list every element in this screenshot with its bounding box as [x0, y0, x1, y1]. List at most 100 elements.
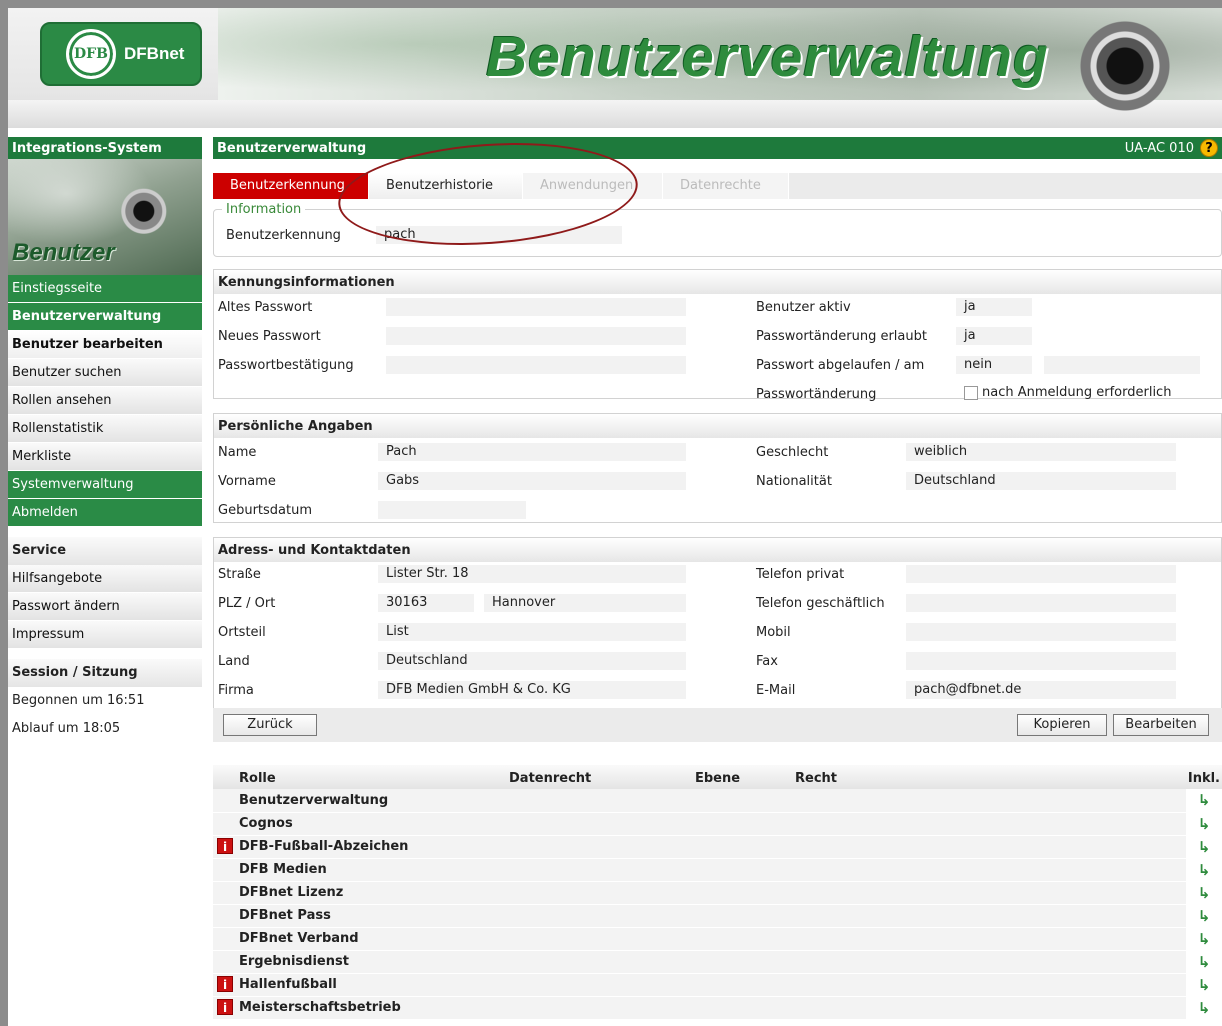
session-started: Begonnen um 16:51	[12, 693, 145, 708]
role-name: DFBnet Pass	[239, 904, 1186, 928]
page-title: Benutzerverwaltung	[217, 141, 367, 156]
combination-lock-icon	[1080, 16, 1180, 116]
kennung-section: Kennungsinformationen Altes Passwort Neu…	[213, 269, 1222, 402]
neues-passwort-field	[386, 327, 686, 345]
vorname-label: Vorname	[218, 474, 276, 489]
info-icon[interactable]: i	[217, 976, 233, 992]
table-row[interactable]: DFBnet Pass ↳	[213, 904, 1222, 928]
pw-abgelaufen-date	[1044, 356, 1200, 374]
help-icon[interactable]: ?	[1200, 139, 1218, 157]
include-arrow-icon[interactable]: ↳	[1198, 907, 1211, 925]
row-inkl-cell: ↳	[1186, 996, 1222, 1020]
dfbnet-logo[interactable]: DFB DFBnet	[40, 22, 202, 86]
row-info-cell	[213, 927, 239, 951]
main-content: Benutzerverwaltung UA-AC 010 ? Benutzerk…	[213, 137, 1222, 1026]
fax-label: Fax	[756, 654, 778, 669]
role-name: Hallenfußball	[239, 973, 1186, 997]
role-name: DFB Medien	[239, 858, 1186, 882]
land-value: Deutschland	[378, 652, 686, 670]
row-inkl-cell: ↳	[1186, 812, 1222, 836]
include-arrow-icon[interactable]: ↳	[1198, 953, 1211, 971]
include-arrow-icon[interactable]: ↳	[1198, 791, 1211, 809]
page-code: UA-AC 010	[1124, 141, 1194, 156]
name-value: Pach	[378, 443, 686, 461]
roles-header-row: Rolle Datenrecht Ebene Recht Inkl.	[213, 765, 1222, 789]
sidebar-item-impressum[interactable]: Impressum	[8, 621, 202, 649]
sidebar-item-benutzer-bearbeiten[interactable]: Benutzer bearbeiten	[8, 331, 202, 359]
column-header-recht: Recht	[795, 765, 1186, 789]
session-heading: Session / Sitzung	[8, 659, 202, 687]
sidebar-item-rollenstatistik[interactable]: Rollenstatistik	[8, 415, 202, 443]
table-row[interactable]: i Hallenfußball ↳	[213, 973, 1222, 997]
sidebar-item-passwort-aendern[interactable]: Passwort ändern	[8, 593, 202, 621]
logo-text: DFBnet	[124, 44, 185, 63]
role-name: Benutzerverwaltung	[239, 789, 1186, 813]
sidebar-item-merkliste[interactable]: Merkliste	[8, 443, 202, 471]
sidebar-item-hilfsangebote[interactable]: Hilfsangebote	[8, 565, 202, 593]
pw-abgelaufen-value: nein	[956, 356, 1032, 374]
telefon-privat-value	[906, 565, 1176, 583]
ortsteil-label: Ortsteil	[218, 625, 266, 640]
info-icon[interactable]: i	[217, 999, 233, 1015]
service-heading: Service	[8, 537, 202, 565]
row-inkl-cell: ↳	[1186, 789, 1222, 813]
row-inkl-cell: ↳	[1186, 835, 1222, 859]
telefon-geschaeftlich-label: Telefon geschäftlich	[756, 596, 885, 611]
row-inkl-cell: ↳	[1186, 904, 1222, 928]
dfb-emblem-icon: DFB	[66, 29, 116, 79]
table-row[interactable]: Benutzerverwaltung ↳	[213, 789, 1222, 813]
include-arrow-icon[interactable]: ↳	[1198, 930, 1211, 948]
row-inkl-cell: ↳	[1186, 881, 1222, 905]
sidebar-item-benutzerverwaltung[interactable]: Benutzerverwaltung	[8, 303, 202, 331]
altes-passwort-field	[386, 298, 686, 316]
table-row[interactable]: DFB Medien ↳	[213, 858, 1222, 882]
passwortbestaetigung-field	[386, 356, 686, 374]
include-arrow-icon[interactable]: ↳	[1198, 815, 1211, 833]
header-banner: DFB DFBnet Benutzerverwaltung	[8, 8, 1222, 128]
telefon-privat-label: Telefon privat	[756, 567, 845, 582]
table-row[interactable]: DFBnet Lizenz ↳	[213, 881, 1222, 905]
sidebar-item-einstiegsseite[interactable]: Einstiegsseite	[8, 275, 202, 303]
table-row[interactable]: i Meisterschaftsbetrieb ↳	[213, 996, 1222, 1020]
copy-button[interactable]: Kopieren	[1017, 714, 1107, 736]
include-arrow-icon[interactable]: ↳	[1198, 838, 1211, 856]
table-row[interactable]: Cognos ↳	[213, 812, 1222, 836]
role-name: Meisterschaftsbetrieb	[239, 996, 1186, 1020]
kennung-heading: Kennungsinformationen	[214, 270, 1221, 294]
row-info-cell	[213, 858, 239, 882]
row-info-cell	[213, 904, 239, 928]
table-row[interactable]: i DFB-Fußball-Abzeichen ↳	[213, 835, 1222, 859]
sidebar-item-benutzer-suchen[interactable]: Benutzer suchen	[8, 359, 202, 387]
page: DFB DFBnet Benutzerverwaltung Integratio…	[8, 8, 1222, 1026]
row-info-cell	[213, 950, 239, 974]
row-info-cell: i	[213, 973, 239, 997]
nationalitaet-value: Deutschland	[906, 472, 1176, 490]
vorname-value: Gabs	[378, 472, 686, 490]
role-name: Ergebnisdienst	[239, 950, 1186, 974]
include-arrow-icon[interactable]: ↳	[1198, 861, 1211, 879]
row-info-cell	[213, 881, 239, 905]
sidebar-item-abmelden[interactable]: Abmelden	[8, 499, 202, 527]
sidebar-item-systemverwaltung[interactable]: Systemverwaltung	[8, 471, 202, 499]
land-label: Land	[218, 654, 250, 669]
geschlecht-value: weiblich	[906, 443, 1176, 461]
pw-aenderung-checkbox[interactable]	[964, 385, 978, 400]
roles-table: Rolle Datenrecht Ebene Recht Inkl. Benut…	[213, 765, 1222, 1020]
row-info-cell: i	[213, 996, 239, 1020]
edit-button[interactable]: Bearbeiten	[1113, 714, 1209, 736]
geburtsdatum-label: Geburtsdatum	[218, 503, 312, 518]
role-name: DFB-Fußball-Abzeichen	[239, 835, 1186, 859]
sidebar-item-rollen-ansehen[interactable]: Rollen ansehen	[8, 387, 202, 415]
row-info-cell	[213, 789, 239, 813]
include-arrow-icon[interactable]: ↳	[1198, 884, 1211, 902]
row-inkl-cell: ↳	[1186, 973, 1222, 997]
include-arrow-icon[interactable]: ↳	[1198, 976, 1211, 994]
table-row[interactable]: DFBnet Verband ↳	[213, 927, 1222, 951]
altes-passwort-label: Altes Passwort	[218, 300, 313, 315]
back-button[interactable]: Zurück	[223, 714, 317, 736]
table-row[interactable]: Ergebnisdienst ↳	[213, 950, 1222, 974]
info-icon[interactable]: i	[217, 838, 233, 854]
include-arrow-icon[interactable]: ↳	[1198, 999, 1211, 1017]
row-info-cell	[213, 812, 239, 836]
sidebar-photo: Benutzer	[8, 159, 202, 275]
